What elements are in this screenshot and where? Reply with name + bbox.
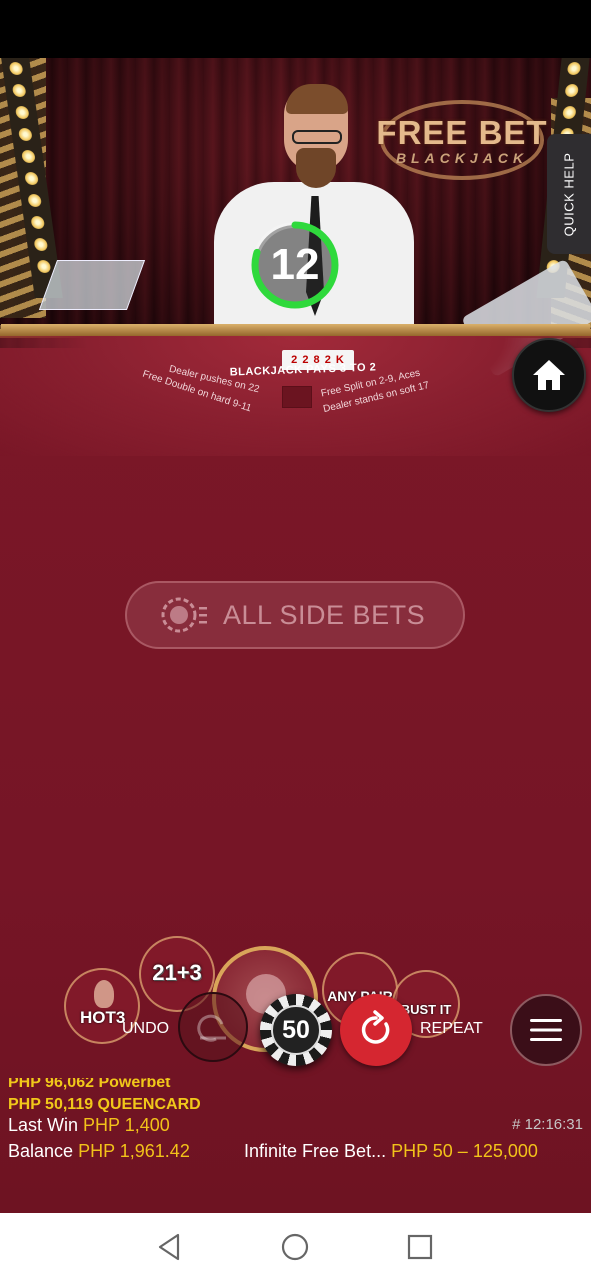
- logo-text-free-bet: FREE BET: [376, 114, 548, 151]
- home-icon: [533, 360, 565, 390]
- nav-home-icon[interactable]: [275, 1227, 315, 1267]
- round-timestamp: # 12:16:31: [512, 1116, 583, 1133]
- flame-icon: [94, 980, 114, 1008]
- nav-back-icon[interactable]: [150, 1227, 190, 1267]
- repeat-button[interactable]: [340, 994, 412, 1066]
- table-limits[interactable]: Infinite Free Bet... PHP 50 – 125,000: [244, 1141, 538, 1162]
- ticker-line: PHP 50,119 QUEENCARD: [8, 1096, 201, 1112]
- balance-value: PHP 1,961.42: [78, 1141, 190, 1161]
- chip-selector[interactable]: 50: [260, 994, 332, 1066]
- table-name: Infinite Free Bet...: [244, 1141, 387, 1161]
- chip-value: 50: [271, 1005, 321, 1055]
- all-side-bets-button[interactable]: ALL SIDE BETS: [125, 581, 465, 649]
- last-win-value: PHP 1,400: [83, 1115, 170, 1135]
- balance-label: Balance: [8, 1141, 74, 1161]
- table-center-spot: [282, 386, 312, 408]
- ticker-line: PHP 96,062 Powerbet: [8, 1078, 171, 1091]
- quick-help-label: QUICK HELP: [561, 152, 577, 236]
- side-bets-icon: [161, 591, 209, 639]
- menu-button[interactable]: [510, 994, 582, 1066]
- all-side-bets-label: ALL SIDE BETS: [223, 599, 426, 630]
- status-bar: [0, 0, 591, 58]
- logo-text-blackjack: BLACKJACK: [395, 150, 529, 166]
- home-button[interactable]: [512, 338, 586, 412]
- timer-value: 12: [270, 240, 320, 289]
- hot3-label: HOT3: [80, 1008, 126, 1027]
- last-win: Last Win PHP 1,400: [8, 1115, 170, 1136]
- android-nav-bar: [0, 1213, 591, 1280]
- undo-icon: [197, 1014, 226, 1042]
- winners-ticker: PHP 96,062 Powerbet PHP 50,119 QUEENCARD: [8, 1078, 308, 1112]
- 21-plus-3-label: 21+3: [152, 960, 202, 985]
- balance: Balance PHP 1,961.42: [8, 1141, 190, 1162]
- menu-icon: [530, 1019, 562, 1041]
- nav-recents-icon[interactable]: [400, 1227, 440, 1267]
- last-win-label: Last Win: [8, 1115, 79, 1135]
- game-stage: FREE BET BLACKJACK 2 2 8 2 K BLACKJACK P…: [0, 58, 591, 1213]
- undo-button[interactable]: [178, 992, 248, 1062]
- card-discard-tray: [38, 260, 146, 310]
- repeat-label: REPEAT: [420, 1020, 483, 1037]
- bet-timer: 12: [248, 218, 342, 312]
- repeat-icon: [361, 1010, 390, 1044]
- undo-label: UNDO: [122, 1020, 170, 1037]
- quick-help-tab[interactable]: QUICK HELP: [547, 134, 591, 254]
- free-bet-blackjack-logo: FREE BET BLACKJACK: [372, 100, 552, 182]
- bet-limits: PHP 50 – 125,000: [391, 1141, 538, 1161]
